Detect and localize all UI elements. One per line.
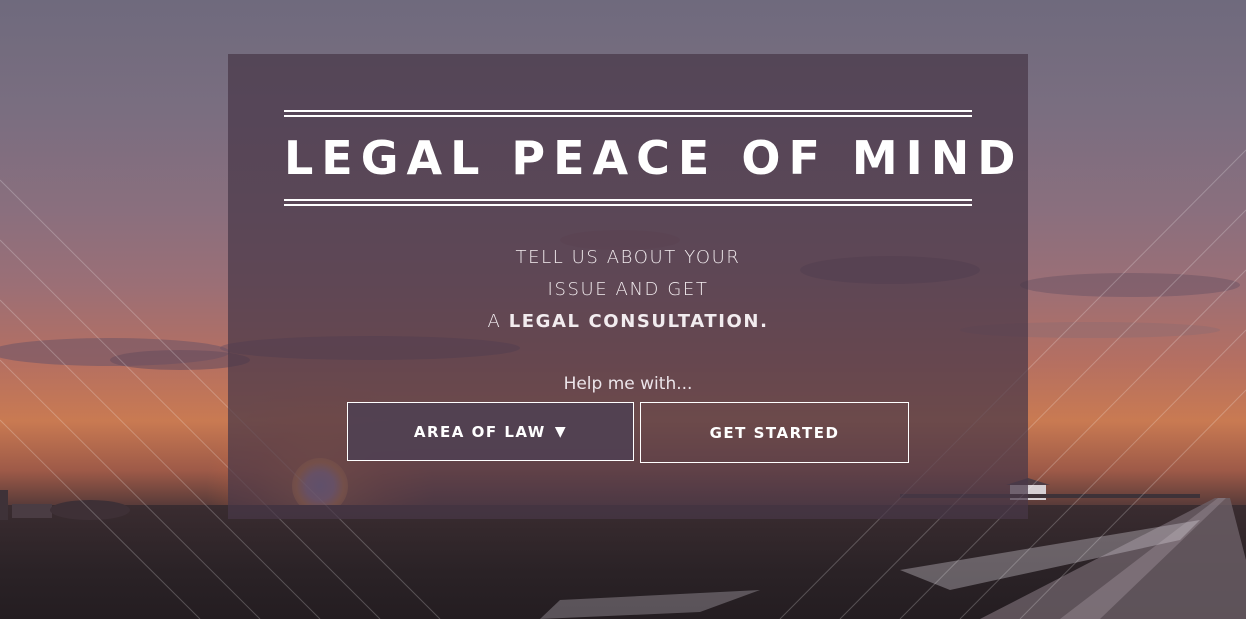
area-of-law-label: AREA OF LAW (413, 422, 546, 441)
subtext-line-3-prefix: A (487, 311, 502, 332)
top-rule (284, 110, 972, 112)
bottom-rule (284, 199, 972, 201)
bottom-rule-secondary (284, 204, 972, 206)
get-started-label: GET STARTED (709, 423, 840, 442)
subtext-line-1: TELL US ABOUT YOUR (515, 247, 741, 268)
hero-subtext: TELL US ABOUT YOUR ISSUE AND GET A LEGAL… (228, 242, 1028, 338)
caret-down-icon: ▼ (554, 423, 568, 440)
subtext-line-3-strong: LEGAL CONSULTATION. (508, 311, 769, 332)
headline-block: LEGAL PEACE OF MIND (284, 110, 1024, 206)
hero-section: LEGAL PEACE OF MIND TELL US ABOUT YOUR I… (0, 0, 1246, 619)
area-of-law-dropdown[interactable]: AREA OF LAW ▼ (347, 402, 634, 461)
help-label: Help me with... (563, 374, 693, 394)
top-rule-secondary (284, 115, 972, 117)
subtext-line-3: A LEGAL CONSULTATION. (228, 306, 1028, 338)
subtext-line-2: ISSUE AND GET (547, 279, 709, 300)
get-started-button[interactable]: GET STARTED (640, 402, 909, 463)
page-title: LEGAL PEACE OF MIND (284, 131, 1024, 185)
